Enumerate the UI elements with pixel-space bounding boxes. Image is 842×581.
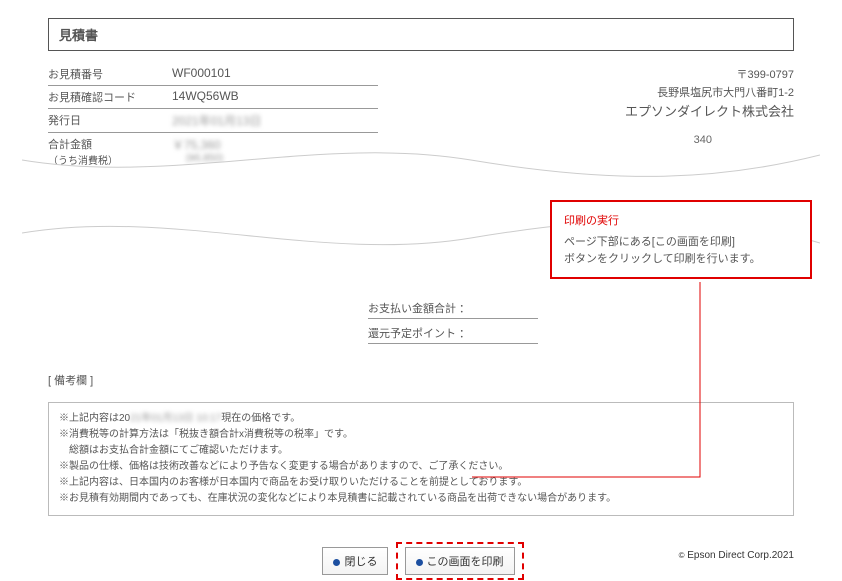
remark-line: ※消費税等の計算方法は「税抜き額合計x消費税等の税率」です。	[59, 427, 783, 443]
total-value: ￥75,360 (¥6,850)	[172, 136, 223, 164]
confirm-code-value: 14WQ56WB	[172, 89, 239, 105]
pay-total-row: お支払い金額合計 ：	[368, 298, 538, 319]
remark-line: ※製品の仕様、価格は技術改善などにより予告なく変更する場合がありますので、ご了承…	[59, 459, 783, 475]
total-label: 合計金額 （うち消費税）	[48, 136, 172, 167]
copyright: © Epson Direct Corp.2021	[679, 550, 794, 561]
bullet-icon	[333, 559, 340, 566]
company-postal: 〒399-0797	[625, 67, 794, 85]
print-button-highlight: この画面を印刷	[396, 542, 524, 580]
confirm-code-label: お見積確認コード	[48, 89, 172, 105]
remark-line: ※上記内容は、日本国内のお客様が日本国内で商品をお受け取りいただけることを前提と…	[59, 475, 783, 491]
issue-date-value: 2021年01月13日	[172, 112, 261, 129]
callout-title: 印刷の実行	[564, 212, 798, 228]
remark-line: ※お見積有効期間内であっても、在庫状況の変化などにより本見積書に記載されている商…	[59, 491, 783, 507]
company-name: エプソンダイレクト株式会社	[625, 102, 794, 123]
points-label: 還元予定ポイント ：	[368, 325, 470, 341]
issue-date-label: 発行日	[48, 112, 172, 129]
quote-no-label: お見積番号	[48, 66, 172, 82]
print-button[interactable]: この画面を印刷	[405, 547, 515, 575]
callout-body: ページ下部にある[この画面を印刷] ボタンをクリックして印刷を行います。	[564, 234, 798, 267]
totals-block: お支払い金額合計 ： 還元予定ポイント ：	[368, 298, 538, 344]
remark-line: 総額はお支払合計金額にてご確認いただけます。	[59, 443, 783, 459]
document-title: 見積書	[48, 18, 794, 51]
field-confirm-code: お見積確認コード 14WQ56WB	[48, 86, 378, 109]
company-block: 〒399-0797 長野県塩尻市大門八番町1-2 エプソンダイレクト株式会社	[625, 63, 794, 194]
close-button[interactable]: 閉じる	[322, 547, 388, 575]
company-address: 長野県塩尻市大門八番町1-2	[625, 85, 794, 103]
remarks-box: ※上記内容は2021年01月13日 10:17現在の価格です。 ※消費税等の計算…	[48, 402, 794, 516]
bullet-icon	[416, 559, 423, 566]
remark-line: ※上記内容は2021年01月13日 10:17現在の価格です。	[59, 411, 783, 427]
field-qty: 商品数 1点	[48, 171, 378, 194]
pay-total-label: お支払い金額合計 ：	[368, 300, 470, 316]
points-row: 還元予定ポイント ：	[368, 323, 538, 344]
remarks-heading: [ 備考欄 ]	[48, 372, 794, 388]
qty-label: 商品数	[48, 174, 172, 191]
button-row: 閉じる この画面を印刷	[48, 542, 794, 580]
qty-value: 1点	[172, 174, 191, 191]
field-quote-no: お見積番号 WF000101	[48, 63, 378, 86]
quote-no-value: WF000101	[172, 66, 231, 82]
instruction-callout: 印刷の実行 ページ下部にある[この画面を印刷] ボタンをクリックして印刷を行いま…	[550, 200, 812, 279]
field-total: 合計金額 （うち消費税） ￥75,360 (¥6,850)	[48, 133, 378, 171]
upper-section: お見積番号 WF000101 お見積確認コード 14WQ56WB 発行日 202…	[48, 63, 794, 194]
page-fragment: 340	[694, 134, 712, 146]
quote-fields: お見積番号 WF000101 お見積確認コード 14WQ56WB 発行日 202…	[48, 63, 378, 194]
field-issue-date: 発行日 2021年01月13日	[48, 109, 378, 133]
